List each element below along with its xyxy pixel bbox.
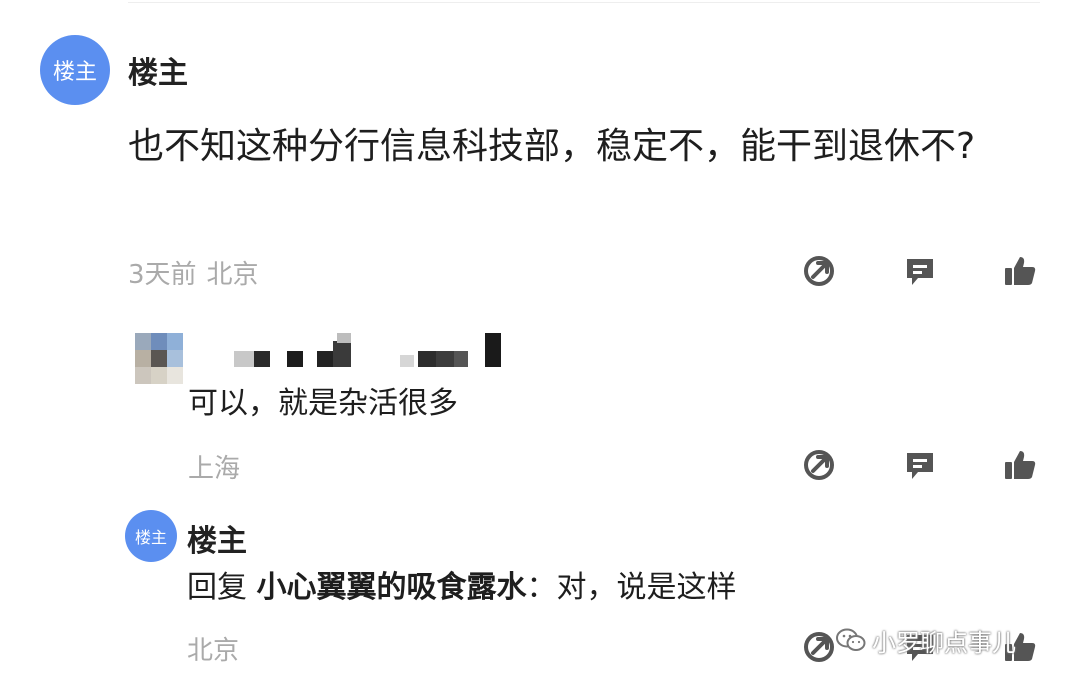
share-icon[interactable]: [802, 254, 836, 288]
reply-text: 可以，就是杂活很多: [188, 386, 458, 421]
comment-location: 北京: [206, 260, 259, 290]
share-icon[interactable]: [802, 630, 836, 664]
reply-location: 北京: [187, 636, 240, 666]
comment-icon[interactable]: [903, 254, 937, 288]
avatar-label: 楼主: [134, 528, 167, 547]
comment-time: 3天前: [128, 260, 197, 290]
comment-icon[interactable]: [903, 448, 937, 482]
reply-body: 对，说是这样: [556, 570, 737, 605]
comment-meta: 3天前 北京: [128, 254, 259, 291]
avatar[interactable]: 楼主: [40, 35, 110, 105]
reply-location: 上海: [188, 454, 241, 484]
comment-text: 也不知这种分行信息科技部，稳定不，能干到退休不?: [128, 126, 976, 167]
thumbs-up-icon[interactable]: [1003, 448, 1037, 482]
reply-target-user[interactable]: 小心翼翼的吸食露水: [257, 570, 527, 605]
watermark: 小罗聊点事儿: [836, 620, 1046, 660]
pixelated-author-name[interactable]: [232, 333, 502, 368]
wechat-logo-icon: [836, 628, 866, 651]
share-icon[interactable]: [802, 448, 836, 482]
reply-text: 回复 小心翼翼的吸食露水：对，说是这样: [187, 562, 737, 606]
thumbs-up-icon[interactable]: [1003, 254, 1037, 288]
watermark-text: 小罗聊点事儿: [872, 628, 1016, 657]
reply-prefix: 回复: [187, 570, 247, 605]
avatar-label: 楼主: [52, 60, 97, 85]
pixelated-avatar[interactable]: [135, 333, 183, 385]
author-name[interactable]: 楼主: [187, 516, 247, 560]
top-divider: [128, 2, 1040, 3]
reply-separator: ：: [526, 570, 557, 605]
avatar[interactable]: 楼主: [125, 510, 177, 562]
author-name[interactable]: 楼主: [128, 48, 188, 92]
